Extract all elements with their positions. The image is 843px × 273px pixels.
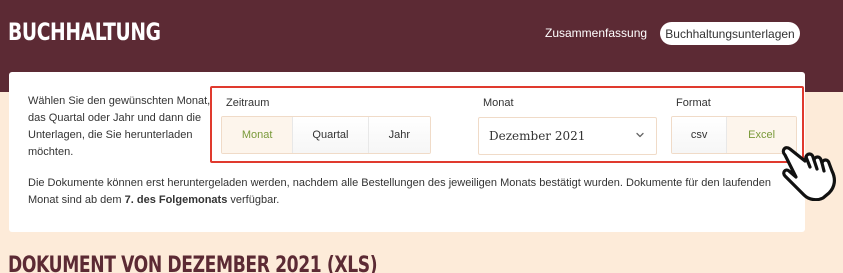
- availability-notice: Die Dokumente können erst heruntergelade…: [28, 175, 788, 209]
- nav-documents-button[interactable]: Buchhaltungsunterlagen: [660, 22, 800, 45]
- page-title: BUCHHALTUNG: [8, 18, 161, 46]
- notice-text-end: verfügbar.: [227, 194, 280, 206]
- document-heading: DOKUMENT VON DEZEMBER 2021 (XLS): [8, 253, 378, 273]
- selection-highlight: [210, 86, 804, 163]
- pointing-hand-icon: [781, 146, 836, 201]
- nav-summary-link[interactable]: Zusammenfassung: [545, 26, 647, 40]
- intro-text: Wählen Sie den gewünschten Monat, das Qu…: [28, 95, 211, 158]
- notice-deadline: 7. des Folgemonats: [124, 194, 228, 206]
